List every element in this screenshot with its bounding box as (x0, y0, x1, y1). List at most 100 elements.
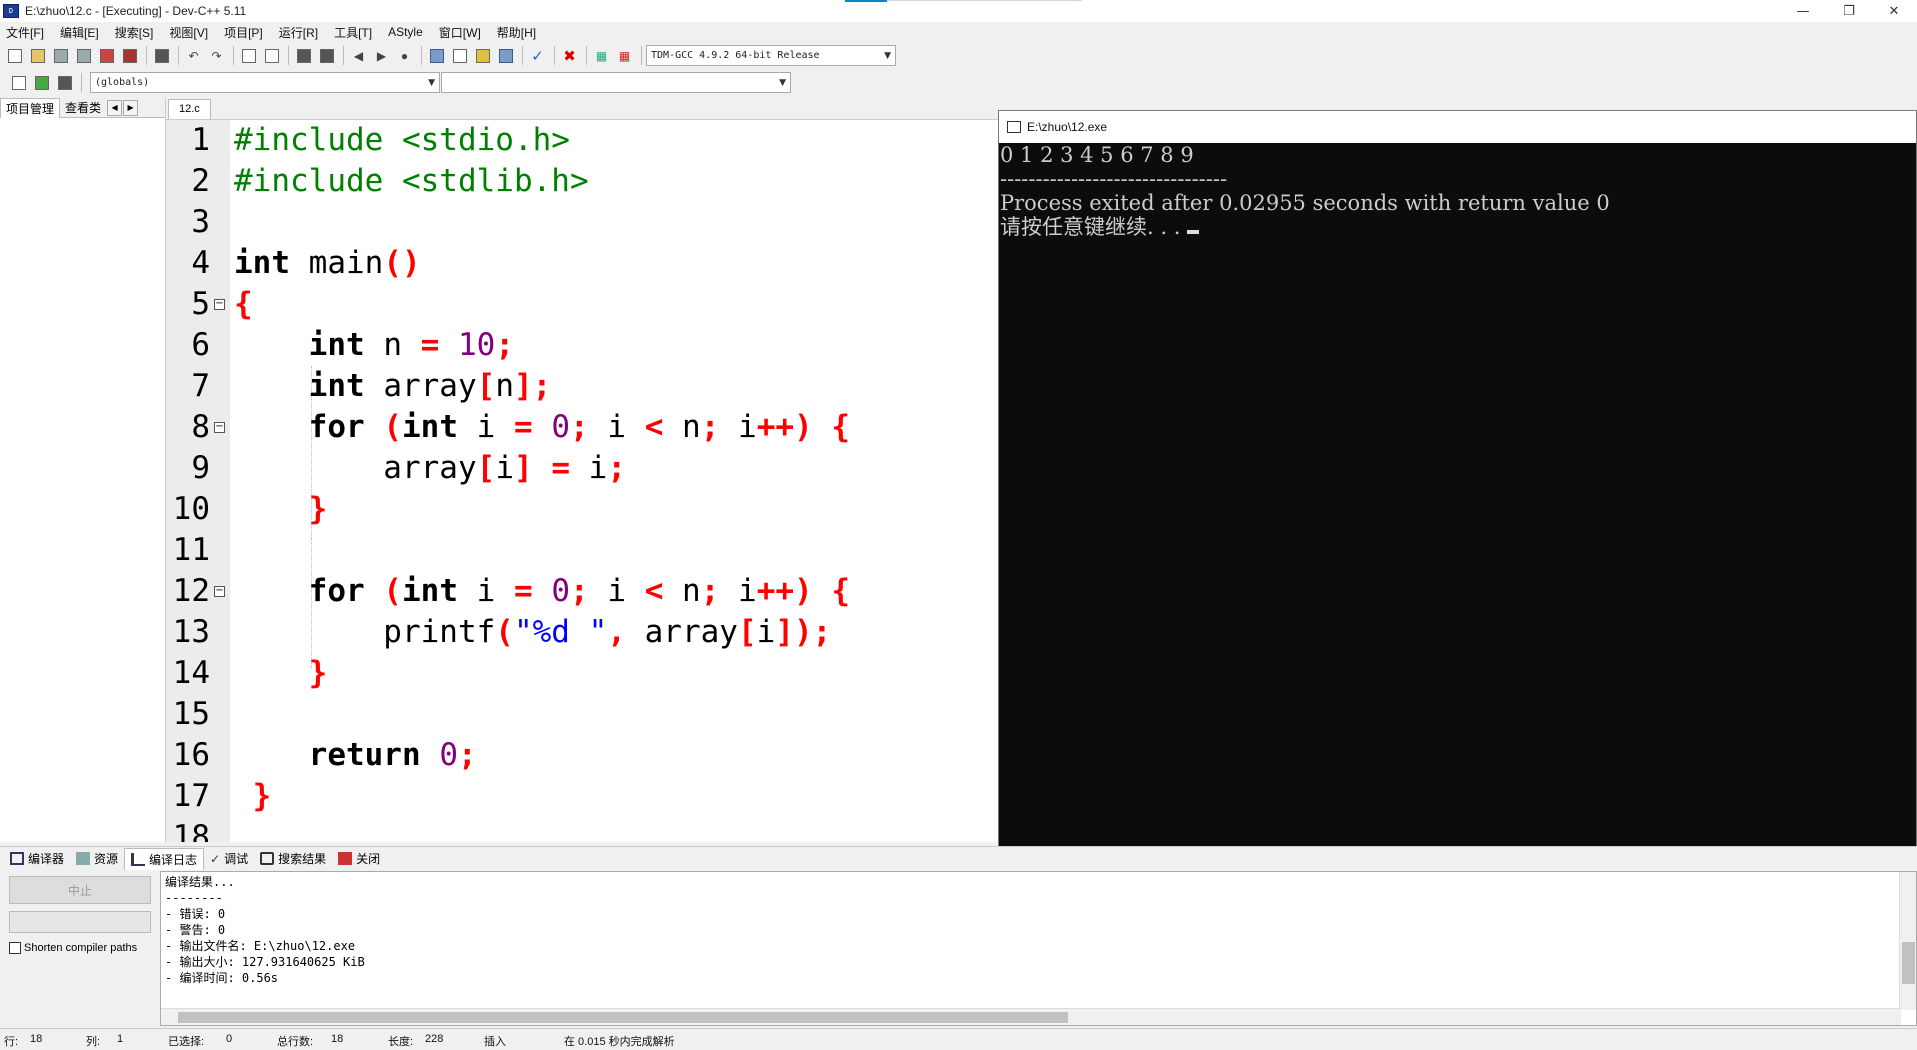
status-row: 18 (30, 1033, 43, 1045)
restore-button[interactable]: ❐ (1826, 0, 1872, 22)
code-line: 10 } (166, 489, 1000, 530)
fold-collapse-icon[interactable]: − (214, 422, 225, 433)
bookmark-toggle-icon[interactable] (54, 72, 75, 93)
replace-icon[interactable] (261, 45, 282, 66)
member-select[interactable]: ▼ (441, 72, 791, 93)
stop-execution-icon[interactable]: ✖ (559, 45, 580, 66)
line-number: 13 (172, 614, 210, 650)
profile-icon[interactable]: ▦ (614, 45, 635, 66)
scrollbar-thumb[interactable] (1902, 942, 1915, 984)
new-project-icon[interactable] (426, 45, 447, 66)
tab-compile-log[interactable]: 编译日志 (124, 847, 205, 870)
indent-icon[interactable] (293, 45, 314, 66)
tab-compiler[interactable]: 编译器 (4, 848, 70, 870)
console-line: Process exited after 0.02955 seconds wit… (1000, 191, 1610, 215)
forward-icon[interactable]: ▶ (371, 45, 392, 66)
goto-icon[interactable] (31, 72, 52, 93)
checkbox-box[interactable] (9, 942, 21, 954)
check-syntax-icon[interactable]: ✓ (527, 45, 548, 66)
menu-help[interactable]: 帮助[H] (497, 24, 536, 41)
console-title: E:\zhuo\12.exe (1027, 120, 1108, 134)
menu-project[interactable]: 项目[P] (224, 24, 263, 41)
tab-debug[interactable]: ✓ 调试 (204, 848, 254, 870)
fold-collapse-icon[interactable]: − (214, 299, 225, 310)
chart-icon[interactable]: ▦ (591, 45, 612, 66)
undo-icon[interactable]: ↶ (183, 45, 204, 66)
main-toolbar: ↶ ↷ ◀ ▶ ● ✓ ✖ ▦ ▦ TDM-GCC 4.9.2 64-bit R… (0, 43, 940, 68)
class-browser-icon[interactable] (472, 45, 493, 66)
compiler-select[interactable]: TDM-GCC 4.9.2 64-bit Release ▼ (646, 45, 896, 66)
file-tabs: 12.c (166, 98, 1000, 120)
save-all-icon[interactable] (73, 45, 94, 66)
console-output[interactable]: 0 1 2 3 4 5 6 7 8 9 ---------------------… (999, 143, 1916, 862)
status-row-label: 行: (4, 1036, 19, 1048)
code-area[interactable]: 1 #include <stdio.h> 2 #include <stdlib.h>… (166, 120, 1000, 842)
tab-compile-log-label: 编译日志 (149, 852, 198, 867)
menu-file[interactable]: 文件[F] (6, 24, 44, 41)
line-number: 8 (191, 409, 210, 445)
log-line: - 错误: 0 (165, 907, 226, 921)
tab-class-view[interactable]: 查看类 (60, 98, 106, 118)
unindent-icon[interactable] (316, 45, 337, 66)
menu-edit[interactable]: 编辑[E] (60, 24, 99, 41)
abort-button[interactable]: 中止 (9, 876, 151, 904)
compile-log[interactable]: 编译结果... -------- - 错误: 0 - 警告: 0 - 输出文件名: E:… (160, 871, 1917, 1026)
code-line: 2 #include <stdlib.h> (166, 161, 1000, 202)
status-sel: 0 (226, 1033, 233, 1045)
grid-icon[interactable] (495, 45, 516, 66)
status-insert-mode: 插入 (484, 1036, 506, 1048)
menu-tools[interactable]: 工具[T] (334, 24, 372, 41)
close-button[interactable]: ✕ (1871, 0, 1917, 22)
tab-resources[interactable]: 资源 (70, 848, 124, 870)
console-window[interactable]: E:\zhuo\12.exe 0 1 2 3 4 5 6 7 8 9 ------… (998, 110, 1917, 862)
search-icon (260, 852, 275, 865)
log-line: - 警告: 0 (165, 923, 226, 937)
tab-project-manager[interactable]: 项目管理 (0, 97, 61, 118)
log-horizontal-scrollbar[interactable] (161, 1008, 1901, 1025)
title-bar: D E:\zhuo\12.c - [Executing] - Dev-C++ 5… (0, 0, 1917, 22)
window-icon[interactable] (449, 45, 470, 66)
print-icon[interactable] (151, 45, 172, 66)
fold-collapse-icon[interactable]: − (214, 586, 225, 597)
tab-scroll-left-icon[interactable]: ◀ (107, 99, 123, 116)
menu-search[interactable]: 搜索[S] (115, 24, 154, 41)
menu-astyle[interactable]: AStyle (388, 25, 423, 39)
shorten-paths-checkbox[interactable]: Shorten compiler paths (9, 942, 137, 954)
minimize-button[interactable]: — (1780, 0, 1826, 22)
log-vertical-scrollbar[interactable] (1899, 872, 1916, 1010)
chart-icon (131, 852, 146, 866)
redo-icon[interactable]: ↷ (206, 45, 227, 66)
open-file-icon[interactable] (27, 45, 48, 66)
log-line: - 输出文件名: E:\zhuo\12.exe (165, 939, 356, 953)
status-col-label: 列: (86, 1036, 101, 1048)
status-total: 18 (331, 1033, 344, 1045)
tab-file-12c[interactable]: 12.c (168, 99, 211, 119)
insert-icon[interactable] (8, 72, 29, 93)
shorten-paths-label: Shorten compiler paths (24, 942, 138, 954)
tab-scroll-right-icon[interactable]: ▶ (123, 99, 139, 116)
new-file-icon[interactable] (4, 45, 25, 66)
save-icon[interactable] (50, 45, 71, 66)
compile-log-pane: 中止 Shorten compiler paths 编译结果... -------… (0, 871, 1917, 1026)
scope-select[interactable]: (globals) ▼ (90, 72, 440, 93)
log-line: - 输出大小: 127.931640625 KiB (165, 955, 365, 969)
code-line: 9 array[i] = i; (166, 448, 1000, 489)
find-icon[interactable] (238, 45, 259, 66)
line-number: 7 (191, 368, 210, 404)
close-file-icon[interactable] (96, 45, 117, 66)
scrollbar-thumb[interactable] (178, 1012, 1068, 1023)
line-number: 9 (191, 450, 210, 486)
tab-close[interactable]: 关闭 (332, 848, 386, 870)
menu-run[interactable]: 运行[R] (279, 24, 318, 41)
tab-search-results[interactable]: 搜索结果 (254, 848, 332, 870)
line-number: 1 (191, 122, 210, 158)
menu-window[interactable]: 窗口[W] (439, 24, 481, 41)
close-all-icon[interactable] (119, 45, 140, 66)
line-number: 11 (172, 532, 210, 568)
back-icon[interactable]: ◀ (348, 45, 369, 66)
bookmark-icon[interactable]: ● (394, 45, 415, 66)
line-number: 14 (172, 655, 210, 691)
code-line: 8− for (int i = 0; i < n; i++) { (166, 407, 1000, 448)
menu-view[interactable]: 视图[V] (169, 24, 208, 41)
code-editor[interactable]: 12.c 1 #include <stdio.h> 2 #include <stdl… (166, 98, 1000, 842)
